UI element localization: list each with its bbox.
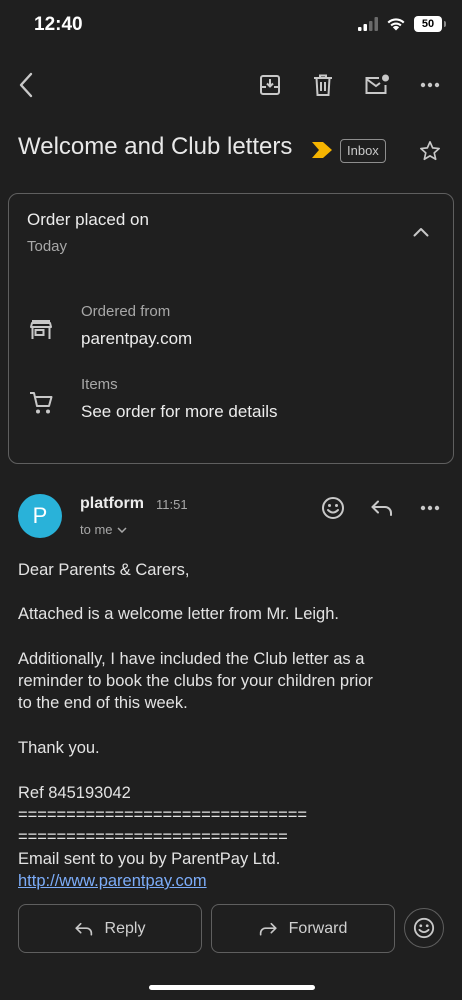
wifi-icon	[387, 18, 405, 31]
body-thanks: Thank you.	[18, 739, 100, 757]
battery-indicator: 50	[414, 16, 446, 32]
archive-button[interactable]	[250, 65, 290, 105]
reply-icon	[74, 922, 92, 936]
cart-icon	[30, 392, 53, 414]
ordered-from-label: Ordered from	[81, 303, 171, 320]
delete-icon	[314, 74, 332, 96]
reply-button[interactable]: Reply	[18, 904, 202, 953]
message-more-button[interactable]	[410, 488, 450, 528]
emoji-icon	[322, 497, 344, 519]
body-link-line: http://www.parentpay.com	[18, 870, 438, 892]
status-time: 12:40	[34, 14, 83, 35]
back-icon	[19, 72, 33, 98]
archive-icon	[260, 75, 280, 95]
mark-unread-button[interactable]	[357, 65, 397, 105]
body-divider-1: ==============================	[18, 806, 308, 824]
collapse-order-card-button[interactable]	[401, 212, 441, 252]
status-icons: 50	[358, 16, 446, 32]
more-icon	[420, 505, 440, 511]
order-card-date: Today	[27, 238, 68, 255]
parentpay-link[interactable]: http://www.parentpay.com	[18, 872, 207, 890]
items-label: Items	[81, 376, 118, 393]
inbox-label-chip[interactable]: Inbox	[340, 139, 386, 163]
delete-button[interactable]	[303, 65, 343, 105]
body-paragraph-2-line-3: to the end of this week.	[18, 694, 188, 712]
body-divider-2: ============================	[18, 828, 288, 846]
body-paragraph-2-line-2: reminder to book the clubs for your chil…	[18, 672, 373, 690]
store-icon	[30, 320, 52, 339]
important-marker-icon[interactable]	[312, 142, 332, 158]
recipient-label: to me	[80, 522, 113, 537]
emoji-reaction-button[interactable]	[404, 908, 444, 948]
star-button[interactable]	[410, 131, 450, 171]
more-options-button[interactable]	[410, 65, 450, 105]
body-paragraph-1: Attached is a welcome letter from Mr. Le…	[18, 605, 339, 623]
items-value[interactable]: See order for more details	[81, 402, 278, 422]
order-card-title: Order placed on	[27, 210, 149, 229]
reply-icon	[371, 500, 392, 516]
sender-name[interactable]: platform	[80, 495, 144, 513]
reply-icon-button[interactable]	[362, 488, 402, 528]
react-emoji-button[interactable]	[313, 488, 353, 528]
forward-button-label: Forward	[288, 919, 348, 937]
more-icon	[420, 82, 440, 88]
body-footer: Email sent to you by ParentPay Ltd.	[18, 850, 281, 868]
emoji-icon	[413, 917, 435, 939]
forward-button[interactable]: Forward	[211, 904, 395, 953]
signal-icon	[358, 17, 378, 31]
chevron-down-icon	[116, 526, 127, 533]
email-subject: Welcome and Club letters	[18, 133, 293, 160]
back-button[interactable]	[6, 65, 46, 105]
body-reference: Ref 845193042	[18, 784, 131, 802]
home-indicator[interactable]	[149, 985, 315, 990]
sender-avatar[interactable]: P	[18, 494, 62, 538]
star-icon	[420, 141, 440, 161]
mark-unread-icon	[365, 74, 389, 94]
body-paragraph-2-line-1: Additionally, I have included the Club l…	[18, 650, 365, 668]
recipient-details-toggle[interactable]: to me	[80, 522, 127, 537]
body-greeting: Dear Parents & Carers,	[18, 561, 190, 579]
sent-time: 11:51	[156, 497, 188, 512]
status-bar: 12:40 50	[0, 0, 462, 56]
ordered-from-value: parentpay.com	[81, 329, 193, 348]
chevron-up-icon	[413, 228, 429, 237]
forward-icon	[259, 922, 277, 936]
order-card: Order placed on Today Ordered from paren…	[8, 193, 454, 464]
reply-button-label: Reply	[104, 919, 146, 937]
